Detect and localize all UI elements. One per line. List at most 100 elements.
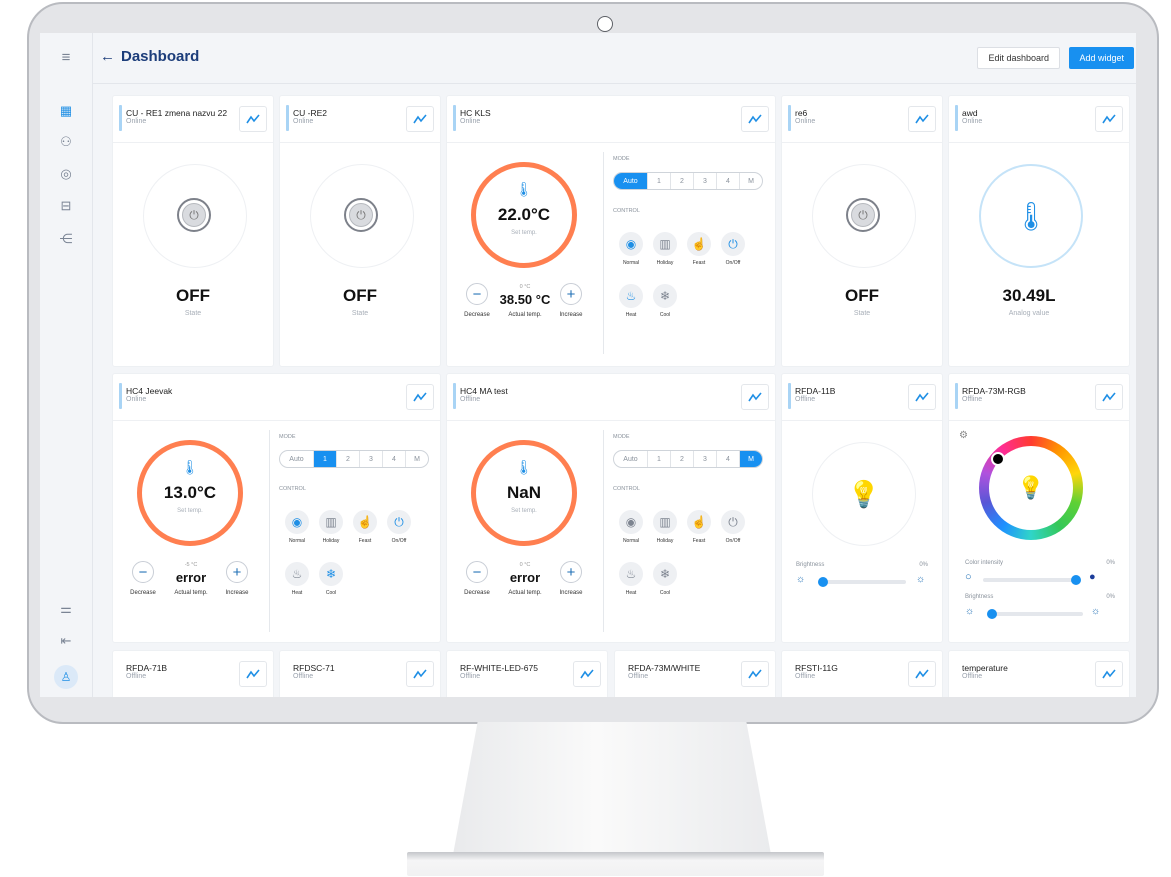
status-bar (286, 105, 289, 131)
menu-icon[interactable]: ≡ (58, 49, 74, 66)
chart-icon[interactable] (573, 661, 601, 687)
chart-icon[interactable] (741, 106, 769, 132)
slider-knob[interactable] (818, 577, 828, 587)
logout-icon[interactable]: ⇤ (58, 633, 74, 649)
power-icon[interactable]: ⏻ (182, 203, 206, 227)
widget-card: re6 Online ⏻ OFF State (781, 95, 943, 367)
holiday-icon[interactable]: ▥ (319, 510, 343, 534)
filter-icon[interactable]: ⚌ (58, 601, 74, 617)
holiday-icon[interactable]: ▥ (653, 232, 677, 256)
feast-icon[interactable]: ☝ (687, 510, 711, 534)
chart-icon[interactable] (406, 661, 434, 687)
vehicle-icon[interactable]: ⊟ (58, 198, 74, 214)
sensors-icon[interactable]: ◎ (58, 166, 74, 182)
devices-icon[interactable]: ⚇ (58, 134, 74, 150)
slider-knob[interactable] (1071, 575, 1081, 585)
mode-option[interactable]: 4 (717, 451, 740, 467)
set-temp-dial[interactable]: 🌡 22.0°C Set temp. (471, 162, 577, 268)
rgb-card: RFDA-73M-RGB Offline ⚙ 💡 Color intensity… (948, 373, 1130, 643)
heat-icon[interactable]: ♨ (619, 562, 643, 586)
edit-dashboard-button[interactable]: Edit dashboard (977, 47, 1060, 69)
mode-option[interactable]: 1 (648, 451, 671, 467)
cool-icon[interactable]: ❄ (653, 562, 677, 586)
decrease-button[interactable]: − (466, 283, 488, 305)
mode-option[interactable]: 4 (383, 451, 406, 467)
chart-icon[interactable] (1095, 384, 1123, 410)
holiday-icon[interactable]: ▥ (653, 510, 677, 534)
on-off-icon[interactable]: ⏻ (721, 510, 745, 534)
chart-icon[interactable] (239, 106, 267, 132)
slider-knob[interactable] (987, 609, 997, 619)
heat-icon[interactable]: ♨ (619, 284, 643, 308)
power-icon[interactable]: ⏻ (349, 203, 373, 227)
mode-selector: Auto 1 2 3 4 M (613, 450, 763, 468)
brightness-slider[interactable] (987, 612, 1083, 616)
set-temp-dial[interactable]: 🌡 NaN Set temp. (471, 440, 577, 546)
feast-icon[interactable]: ☝ (353, 510, 377, 534)
back-arrow-icon[interactable]: ← (100, 48, 115, 65)
chart-icon[interactable] (908, 106, 936, 132)
on-off-label: On/Off (725, 260, 741, 266)
cool-label: Cool (659, 312, 671, 318)
set-temp-label: Set temp. (511, 508, 537, 514)
status-bar (788, 105, 791, 131)
mode-option[interactable]: 2 (671, 173, 694, 189)
mode-option[interactable]: M (406, 451, 428, 467)
feast-icon[interactable]: ☝ (687, 232, 711, 256)
on-off-icon[interactable]: ⏻ (721, 232, 745, 256)
chart-icon[interactable] (1095, 106, 1123, 132)
mode-option[interactable]: Auto (614, 451, 648, 467)
add-widget-button[interactable]: Add widget (1069, 47, 1134, 69)
increase-button[interactable]: + (560, 561, 582, 583)
mode-option[interactable]: 1 (648, 173, 671, 189)
normal-icon[interactable]: ◉ (285, 510, 309, 534)
mode-option[interactable]: 4 (717, 173, 740, 189)
dashboard-icon[interactable]: ▦ (58, 103, 74, 119)
increase-label: Increase (225, 590, 249, 596)
mode-option[interactable]: 2 (671, 451, 694, 467)
intensity-slider[interactable] (983, 578, 1079, 582)
heat-icon[interactable]: ♨ (285, 562, 309, 586)
color-knob[interactable] (991, 452, 1005, 466)
brightness-slider[interactable] (818, 580, 906, 584)
increase-button[interactable]: + (560, 283, 582, 305)
decrease-button[interactable]: − (132, 561, 154, 583)
mode-option[interactable]: Auto (614, 173, 648, 189)
normal-icon[interactable]: ◉ (619, 510, 643, 534)
cool-icon[interactable]: ❄ (653, 284, 677, 308)
status-bar (119, 383, 122, 409)
settings-icon[interactable]: ⚙ (959, 430, 968, 441)
mode-option[interactable]: 1 (314, 451, 337, 467)
brightness-label: Brightness (965, 594, 994, 600)
cool-icon[interactable]: ❄ (319, 562, 343, 586)
card-header: RFDSC-71 Offline (280, 651, 440, 697)
chart-icon[interactable] (908, 661, 936, 687)
increase-button[interactable]: + (226, 561, 248, 583)
chart-icon[interactable] (239, 661, 267, 687)
mode-option[interactable]: Auto (280, 451, 314, 467)
user-icon[interactable]: ♙ (54, 665, 78, 689)
mode-option[interactable]: M (740, 451, 762, 467)
widget-status: Offline (126, 673, 147, 680)
divider (269, 430, 270, 632)
sun-high-icon: ☼ (916, 574, 926, 585)
mode-option[interactable]: 3 (694, 451, 717, 467)
decrease-button[interactable]: − (466, 561, 488, 583)
chart-icon[interactable] (406, 384, 434, 410)
mode-option[interactable]: M (740, 173, 762, 189)
power-icon[interactable]: ⏻ (851, 203, 875, 227)
mode-option[interactable]: 2 (337, 451, 360, 467)
share-icon[interactable]: ⋲ (58, 231, 74, 247)
monitor-base (407, 852, 824, 876)
chart-icon[interactable] (406, 106, 434, 132)
chart-icon[interactable] (908, 384, 936, 410)
chart-icon[interactable] (741, 384, 769, 410)
set-temp-dial[interactable]: 🌡 13.0°C Set temp. (137, 440, 243, 546)
set-temp-label: Set temp. (177, 508, 203, 514)
on-off-icon[interactable]: ⏻ (387, 510, 411, 534)
normal-icon[interactable]: ◉ (619, 232, 643, 256)
chart-icon[interactable] (1095, 661, 1123, 687)
chart-icon[interactable] (741, 661, 769, 687)
mode-option[interactable]: 3 (360, 451, 383, 467)
mode-option[interactable]: 3 (694, 173, 717, 189)
